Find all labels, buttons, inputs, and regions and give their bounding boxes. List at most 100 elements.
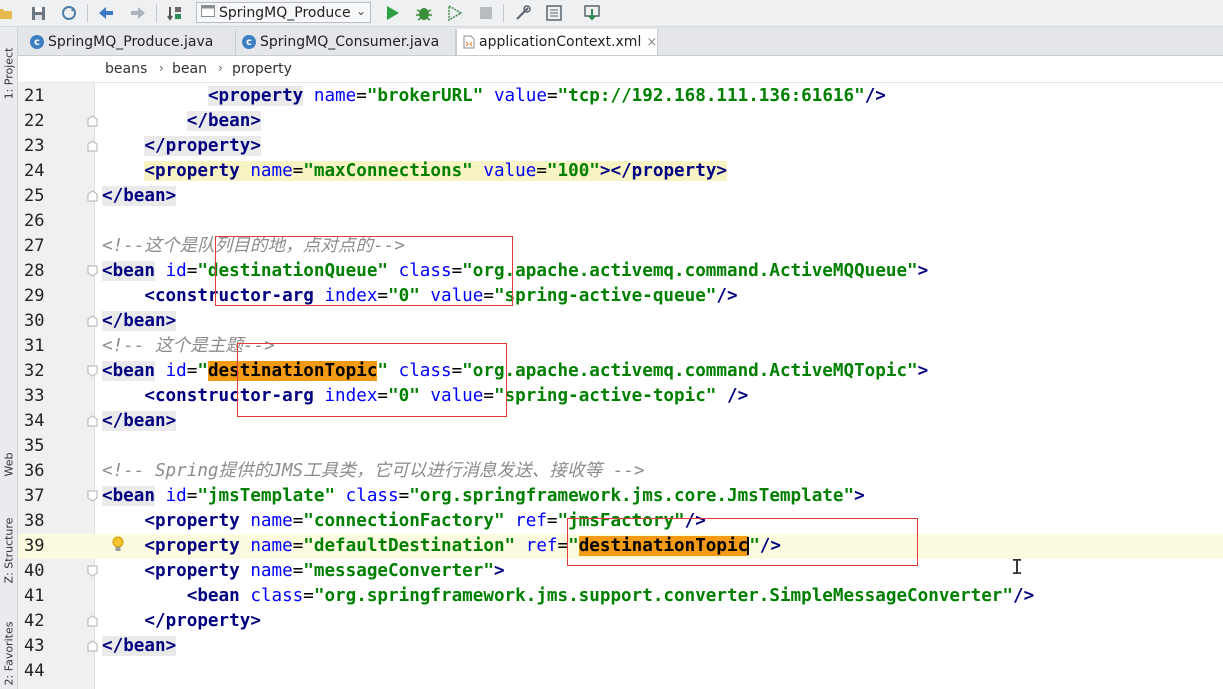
line-number: 42 <box>24 611 45 631</box>
breadcrumb-item-beans[interactable]: beans <box>105 61 147 77</box>
stop-icon[interactable] <box>475 2 497 24</box>
line-number: 30 <box>24 311 45 331</box>
code-text: </property> <box>144 611 261 631</box>
code-text: <property name="connectionFactory" ref="… <box>144 511 706 531</box>
code-line: 24 <property name="maxConnections" value… <box>18 159 1223 184</box>
fold-end-icon[interactable] <box>87 115 98 127</box>
line-number: 37 <box>24 486 45 506</box>
line-number: 31 <box>24 336 45 356</box>
run-config-icon <box>201 4 215 21</box>
debug-icon[interactable] <box>413 2 435 24</box>
code-line: 31 <!-- 这个是主题--> <box>18 334 1223 359</box>
search-highlight: destinationTopic <box>207 361 378 381</box>
fold-end-icon[interactable] <box>87 315 98 327</box>
sdk-manager-icon[interactable] <box>543 2 565 24</box>
fold-end-icon[interactable] <box>87 640 98 652</box>
left-tool-strip: 1: Project Web Z: Structure 2: Favorites <box>0 27 18 689</box>
code-line: 33 <constructor-arg index="0" value="spr… <box>18 384 1223 409</box>
chevron-down-icon: ⌄ <box>355 4 366 18</box>
fold-start-icon[interactable] <box>87 365 98 377</box>
code-text: <bean id="jmsTemplate" class="org.spring… <box>102 486 865 506</box>
code-line: 38 <property name="connectionFactory" re… <box>18 509 1223 534</box>
code-line-current: 39 <property name="defaultDestination" r… <box>18 534 1223 559</box>
web-tool-tab[interactable]: Web <box>0 439 18 489</box>
fold-start-icon[interactable] <box>87 565 98 577</box>
line-number: 35 <box>24 436 45 456</box>
download-icon[interactable] <box>581 2 603 24</box>
code-text: <property name="defaultDestination" ref=… <box>144 536 781 556</box>
xml-file-icon <box>463 35 475 49</box>
code-line: 41 <bean class="org.springframework.jms.… <box>18 584 1223 609</box>
line-number: 43 <box>24 636 45 656</box>
breadcrumb-item-property[interactable]: property <box>232 61 292 77</box>
tab-springmq-consumer[interactable]: c SpringMQ_Consumer.java <box>236 29 456 55</box>
code-line: 28 <bean id="destinationQueue" class="or… <box>18 259 1223 284</box>
line-number: 28 <box>24 261 45 281</box>
code-line: 43 </bean> <box>18 634 1223 659</box>
back-icon[interactable] <box>95 2 117 24</box>
code-line: 22 </bean> <box>18 109 1223 134</box>
code-line: 25 </bean> <box>18 184 1223 209</box>
line-number: 34 <box>24 411 45 431</box>
code-comment: <!-- 这个是主题--> <box>102 336 275 356</box>
project-tool-tab[interactable]: 1: Project <box>0 33 18 113</box>
code-line: 21 <property name="brokerURL" value="tcp… <box>18 84 1223 109</box>
code-editor[interactable]: 21 <property name="brokerURL" value="tcp… <box>18 83 1223 689</box>
code-line: 44 <box>18 659 1223 684</box>
close-icon[interactable]: × <box>646 35 657 50</box>
breadcrumb-separator: › <box>159 61 164 75</box>
editor-tab-bar: c SpringMQ_Produce.java c SpringMQ_Consu… <box>18 27 1223 56</box>
line-number: 26 <box>24 211 45 231</box>
code-line: 37 <bean id="jmsTemplate" class="org.spr… <box>18 484 1223 509</box>
code-text: </bean> <box>102 411 177 431</box>
sync-icon[interactable] <box>58 2 80 24</box>
line-number: 39 <box>24 536 45 556</box>
folder-open-icon[interactable] <box>0 2 16 24</box>
code-text: </property> <box>144 136 261 156</box>
line-number: 32 <box>24 361 45 381</box>
code-text: </bean> <box>102 186 177 206</box>
tab-application-context[interactable]: applicationContext.xml × <box>456 29 658 55</box>
main-toolbar: SpringMQ_Produce ⌄ <box>0 0 1223 27</box>
fold-end-icon[interactable] <box>87 140 98 152</box>
run-config-select[interactable]: SpringMQ_Produce ⌄ <box>196 2 371 23</box>
code-line: 30 </bean> <box>18 309 1223 334</box>
code-line: 36 <!-- Spring提供的JMS工具类，它可以进行消息发送、接收等 --… <box>18 459 1223 484</box>
code-line: 29 <constructor-arg index="0" value="spr… <box>18 284 1223 309</box>
code-text: <constructor-arg index="0" value="spring… <box>144 286 738 306</box>
line-number: 29 <box>24 286 45 306</box>
line-number: 38 <box>24 511 45 531</box>
line-number: 25 <box>24 186 45 206</box>
structure-tool-tab[interactable]: Z: Structure <box>0 505 18 595</box>
line-number: 40 <box>24 561 45 581</box>
coverage-icon[interactable] <box>444 2 466 24</box>
fold-end-icon[interactable] <box>87 190 98 202</box>
fold-end-icon[interactable] <box>87 415 98 427</box>
line-number: 24 <box>24 161 45 181</box>
line-number: 33 <box>24 386 45 406</box>
forward-icon[interactable] <box>127 2 149 24</box>
favorites-tool-tab[interactable]: 2: Favorites <box>0 617 18 689</box>
tab-springmq-produce[interactable]: c SpringMQ_Produce.java <box>24 29 236 55</box>
code-text: <property name="maxConnections" value="1… <box>144 161 728 181</box>
code-comment: <!-- Spring提供的JMS工具类，它可以进行消息发送、接收等 --> <box>102 461 645 481</box>
fold-end-icon[interactable] <box>87 615 98 627</box>
fold-start-icon[interactable] <box>87 490 98 502</box>
code-text: <constructor-arg index="0" value="spring… <box>144 386 749 406</box>
project-structure-icon[interactable] <box>512 2 534 24</box>
run-icon[interactable] <box>382 2 404 24</box>
line-number: 36 <box>24 461 45 481</box>
fold-start-icon[interactable] <box>87 265 98 277</box>
code-line: 32 <bean id="destinationTopic" class="or… <box>18 359 1223 384</box>
line-number: 44 <box>24 661 45 681</box>
code-text: </bean> <box>186 111 261 131</box>
code-text: </bean> <box>102 311 177 331</box>
code-comment: <!--这个是队列目的地，点对点的--> <box>102 236 405 256</box>
make-icon[interactable] <box>164 2 186 24</box>
breadcrumb-item-bean[interactable]: bean <box>172 61 207 77</box>
code-line: 42 </property> <box>18 609 1223 634</box>
line-number: 23 <box>24 136 45 156</box>
line-number: 22 <box>24 111 45 131</box>
code-text: </bean> <box>102 636 177 656</box>
save-icon[interactable] <box>27 2 49 24</box>
